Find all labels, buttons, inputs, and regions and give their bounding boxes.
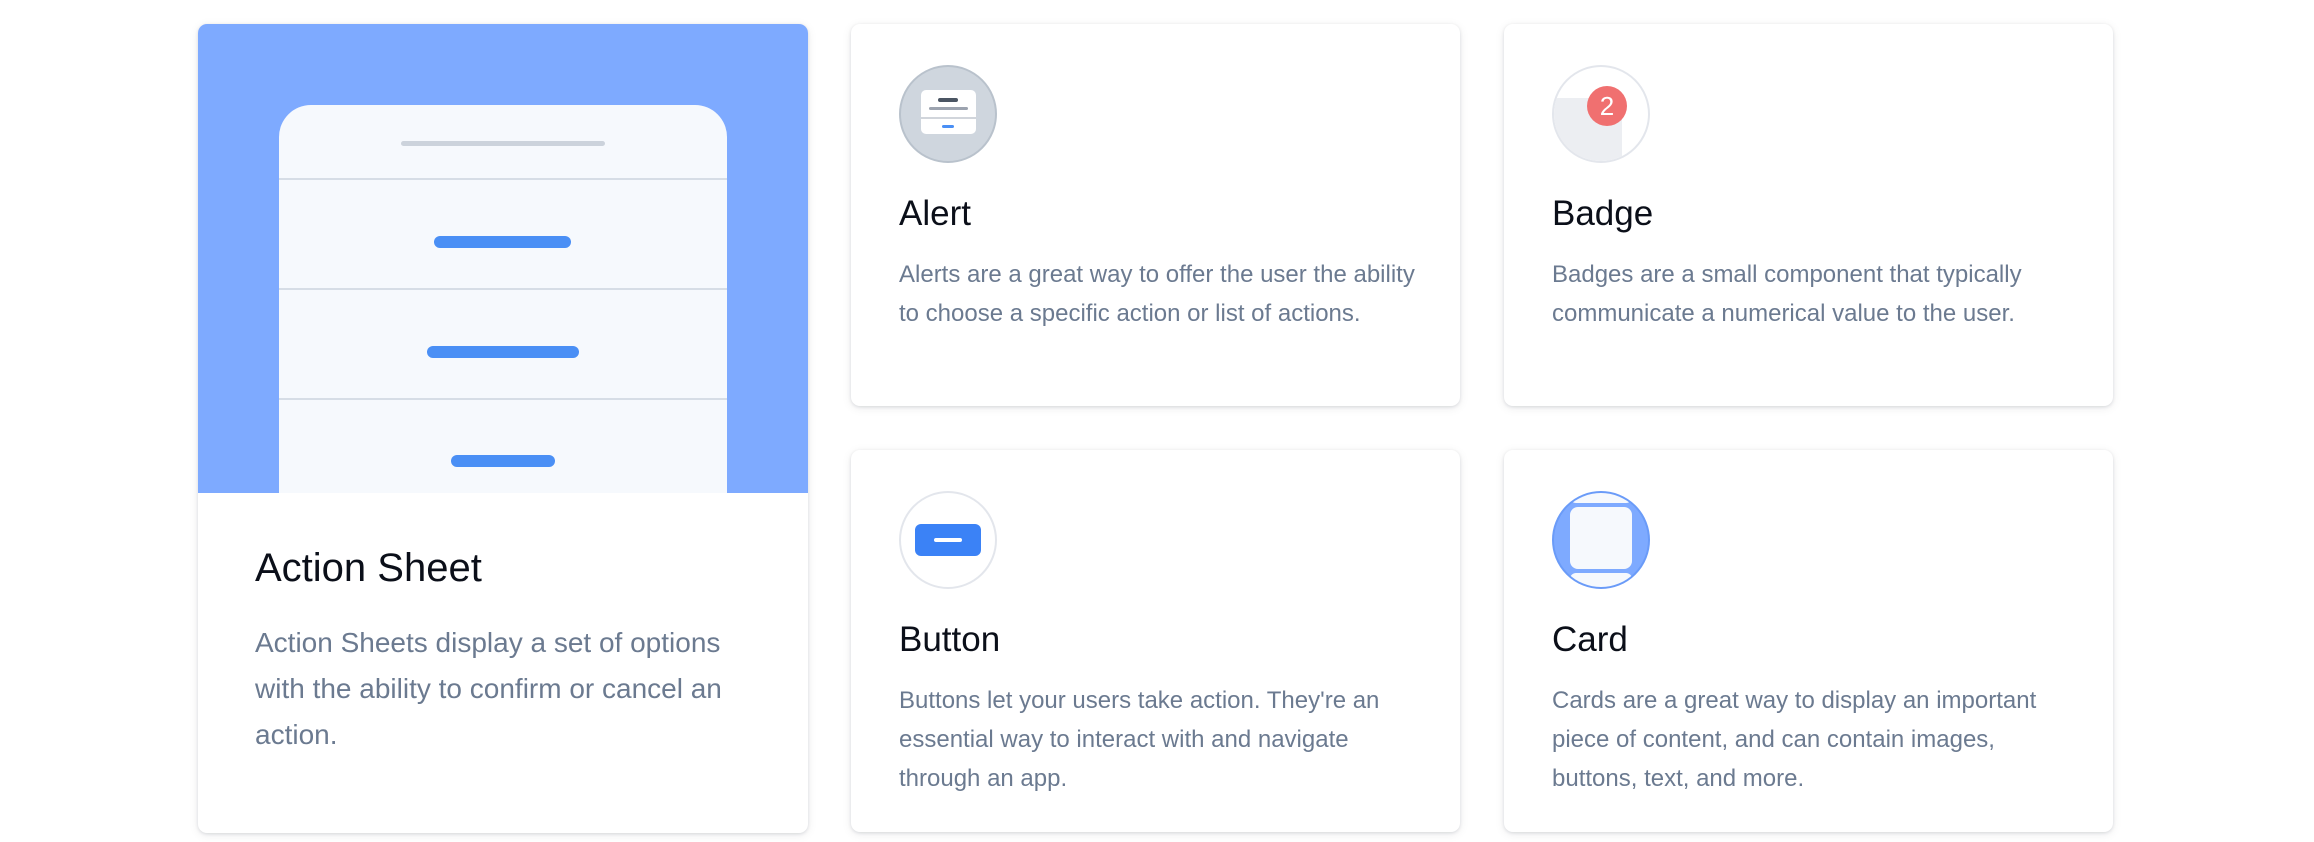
card-title: Alert xyxy=(899,194,971,233)
sheet-option-bar xyxy=(451,455,555,467)
card-description: Cards are a great way to display an impo… xyxy=(1552,687,2037,792)
badge-card[interactable]: 2 Badge Badges are a small component tha… xyxy=(1504,24,2113,406)
badge-count: 2 xyxy=(1599,91,1615,121)
sheet-option-bar xyxy=(427,346,579,358)
card-description: Badges are a small component that typica… xyxy=(1552,261,2022,327)
card-title: Card xyxy=(1552,620,1628,659)
alert-icon xyxy=(899,65,997,163)
action-sheet-card[interactable]: Action Sheet Action Sheets display a set… xyxy=(198,24,808,833)
divider xyxy=(279,288,727,290)
phone-mockup xyxy=(279,105,727,493)
button-card[interactable]: Button Buttons let your users take actio… xyxy=(851,450,1460,832)
action-sheet-illustration xyxy=(198,24,808,493)
card-title: Badge xyxy=(1552,194,1654,233)
alert-card[interactable]: Alert Alerts are a great way to offer th… xyxy=(851,24,1460,406)
card-title: Action Sheet xyxy=(255,546,482,590)
card-icon xyxy=(1552,491,1650,589)
card-description: Action Sheets display a set of options w… xyxy=(255,627,722,750)
divider xyxy=(279,178,727,180)
sheet-option-bar xyxy=(434,236,571,248)
card-description: Buttons let your users take action. They… xyxy=(899,687,1380,792)
badge-icon: 2 xyxy=(1552,65,1650,163)
card-description: Alerts are a great way to offer the user… xyxy=(899,261,1415,327)
card-card[interactable]: Card Cards are a great way to display an… xyxy=(1504,450,2113,832)
divider xyxy=(279,398,727,400)
button-icon xyxy=(899,491,997,589)
sheet-handle xyxy=(401,141,605,146)
card-title: Button xyxy=(899,620,1001,659)
